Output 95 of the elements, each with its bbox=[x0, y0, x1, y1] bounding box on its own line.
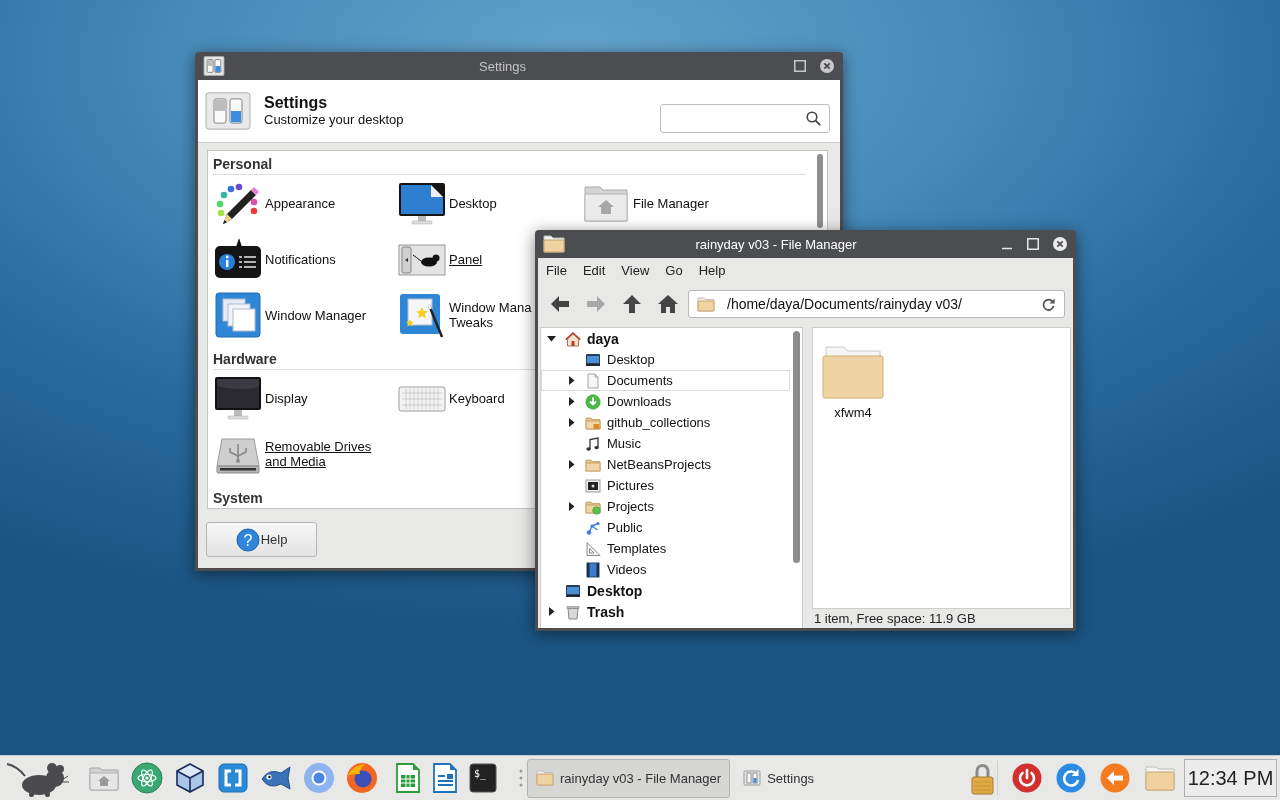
settings-link[interactable]: Desktop bbox=[449, 195, 497, 211]
ring-icon[interactable] bbox=[303, 762, 335, 794]
caret-icon[interactable] bbox=[566, 376, 576, 385]
section-title: Personal bbox=[213, 155, 273, 172]
tree-item[interactable]: NetBeansProjects bbox=[541, 454, 790, 475]
tree-item[interactable]: Public bbox=[541, 517, 790, 538]
document-icon bbox=[585, 372, 601, 389]
help-icon: ? bbox=[235, 527, 260, 552]
window-title: Settings bbox=[479, 58, 526, 74]
picture-icon bbox=[585, 477, 601, 494]
download-icon bbox=[585, 393, 601, 410]
flame-globe-icon[interactable] bbox=[346, 762, 378, 794]
caret-icon[interactable] bbox=[546, 334, 556, 343]
location-field[interactable]: /home/daya/Documents/rainyday v03/ bbox=[688, 290, 1065, 318]
scrollbar-thumb[interactable] bbox=[817, 154, 823, 228]
monitor-icon bbox=[585, 351, 601, 368]
text-document-icon[interactable] bbox=[432, 762, 458, 794]
menu-item[interactable]: Edit bbox=[574, 260, 614, 281]
monitor-icon bbox=[565, 582, 581, 599]
padlock-icon[interactable] bbox=[970, 761, 995, 795]
refresh-icon[interactable] bbox=[1056, 763, 1086, 793]
section-title: System bbox=[213, 489, 263, 506]
settings-link[interactable]: Appearance bbox=[265, 195, 336, 211]
folder-badge-icon bbox=[585, 414, 601, 431]
caret-icon[interactable] bbox=[566, 397, 576, 406]
tree-item[interactable]: Desktop bbox=[541, 349, 790, 370]
settings-link[interactable]: Panel bbox=[449, 251, 483, 267]
bracket-square-icon[interactable] bbox=[217, 762, 249, 794]
settings-link[interactable]: Notifications bbox=[265, 251, 336, 267]
spreadsheet-icon[interactable] bbox=[395, 762, 421, 794]
scrollbar-thumb[interactable] bbox=[792, 331, 800, 563]
file-name[interactable]: xfwm4 bbox=[834, 405, 872, 420]
settings-link[interactable]: Display bbox=[265, 390, 308, 406]
settings-link[interactable]: File Manager bbox=[633, 195, 709, 211]
taskbar-button[interactable]: rainyday v03 - File Manager bbox=[527, 758, 731, 798]
atom-icon[interactable] bbox=[131, 762, 163, 794]
menu-item[interactable]: Help bbox=[690, 260, 734, 281]
toggle-switches-icon[interactable] bbox=[203, 56, 225, 76]
tree-item[interactable]: Downloads bbox=[541, 391, 790, 412]
header-title: Settings bbox=[264, 94, 329, 112]
toggle-switches-icon bbox=[743, 770, 762, 786]
menu-item[interactable]: Go bbox=[657, 260, 691, 281]
tree-item[interactable]: daya bbox=[541, 328, 790, 349]
film-icon bbox=[585, 561, 601, 578]
tree-item[interactable]: Templates bbox=[541, 538, 790, 559]
folder-icon bbox=[585, 456, 601, 473]
search-field[interactable] bbox=[660, 104, 830, 133]
drag-handle-icon[interactable] bbox=[519, 768, 523, 788]
section-title: Hardware bbox=[213, 350, 277, 367]
maximize-icon[interactable] bbox=[1027, 238, 1039, 250]
monitor-icon[interactable] bbox=[214, 374, 262, 422]
caret-icon[interactable] bbox=[566, 502, 576, 511]
close-icon[interactable] bbox=[820, 59, 834, 73]
help-button[interactable]: ? Help bbox=[206, 522, 317, 557]
tree-item[interactable]: Documents bbox=[541, 370, 790, 391]
caret-icon[interactable] bbox=[566, 418, 576, 427]
music-note-icon bbox=[585, 435, 601, 452]
trash-icon bbox=[565, 603, 581, 620]
menu-item[interactable]: File bbox=[538, 260, 575, 281]
cube-icon[interactable] bbox=[174, 762, 206, 794]
close-icon[interactable] bbox=[1053, 237, 1067, 251]
tree-item[interactable]: Desktop bbox=[541, 580, 790, 601]
reload-icon[interactable] bbox=[1041, 296, 1056, 312]
taskbar-button[interactable]: Settings bbox=[734, 758, 824, 798]
folder-icon bbox=[536, 770, 554, 786]
folder-icon bbox=[697, 296, 715, 312]
status-text: 1 item, Free space: 11.9 GB bbox=[814, 611, 976, 626]
caret-icon[interactable] bbox=[566, 460, 576, 469]
tree-item[interactable]: Projects bbox=[541, 496, 790, 517]
menu-item[interactable]: View bbox=[613, 260, 658, 281]
settings-link[interactable]: Window Manager bbox=[265, 307, 367, 323]
power-icon[interactable] bbox=[1012, 763, 1042, 793]
tree-item[interactable]: Music bbox=[541, 433, 790, 454]
window-wand-icon[interactable] bbox=[398, 291, 446, 339]
settings-link[interactable]: Window Mana Tweaks bbox=[449, 300, 532, 330]
header-subtitle: Customize your desktop bbox=[264, 112, 404, 128]
tree-item[interactable]: Videos bbox=[541, 559, 790, 580]
settings-link[interactable]: Removable Drives and Media bbox=[265, 439, 372, 469]
settings-link[interactable]: Keyboard bbox=[449, 390, 505, 406]
maximize-icon[interactable] bbox=[794, 60, 806, 72]
terminal-icon[interactable]: $_ bbox=[469, 763, 497, 793]
tree-item[interactable]: github_collections bbox=[541, 412, 790, 433]
home-icon bbox=[565, 330, 581, 347]
search-icon[interactable] bbox=[806, 111, 821, 126]
up-arrow-icon[interactable] bbox=[621, 293, 643, 315]
share-icon bbox=[585, 519, 601, 536]
home-icon[interactable] bbox=[657, 293, 679, 315]
clock[interactable]: 12:34 PM bbox=[1184, 759, 1277, 797]
stacked-windows-icon[interactable] bbox=[214, 291, 262, 339]
caret-icon[interactable] bbox=[546, 607, 556, 616]
tree-item[interactable]: Trash bbox=[541, 601, 790, 622]
folder-icon[interactable] bbox=[543, 235, 565, 253]
toggle-switches-icon bbox=[205, 92, 251, 130]
window-title: rainyday v03 - File Manager bbox=[695, 236, 857, 252]
tree-item[interactable]: Pictures bbox=[541, 475, 790, 496]
